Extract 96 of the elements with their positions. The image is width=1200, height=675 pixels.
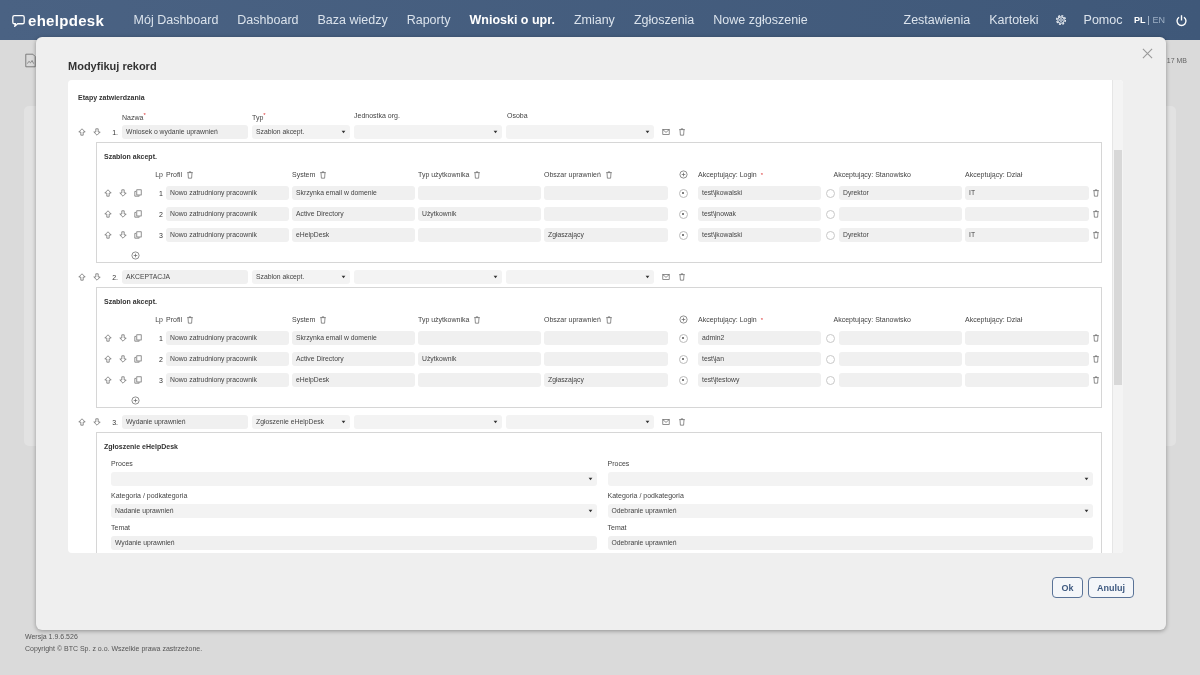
nav-link[interactable]: Raporty [397,13,460,27]
radio-button[interactable] [825,354,835,364]
envelope-icon[interactable] [662,128,670,137]
up-arrow-icon[interactable] [104,334,112,343]
trash-icon[interactable] [604,170,613,179]
down-arrow-icon[interactable] [93,273,101,282]
nav-link[interactable]: Mój Dashboard [124,13,228,27]
radio-button[interactable] [678,188,688,198]
caret-icon [1084,477,1089,482]
dialog-button[interactable]: Ok [1052,577,1083,598]
radio-button[interactable] [678,333,688,343]
trash-icon[interactable] [319,170,328,179]
nav-link[interactable]: Kartoteki [979,13,1049,27]
up-arrow-icon[interactable] [104,231,112,240]
trash-icon[interactable] [473,315,482,324]
nav-link[interactable]: Baza wiedzy [308,13,398,27]
caret-icon [341,130,346,135]
settings-icon[interactable] [1054,13,1069,27]
trash-icon[interactable] [1092,210,1100,219]
copy-icon[interactable] [134,334,142,343]
up-arrow-icon[interactable] [104,189,112,198]
up-arrow-icon[interactable] [104,210,112,219]
up-arrow-icon[interactable] [78,128,86,137]
trash-icon[interactable] [473,170,482,179]
down-arrow-icon[interactable] [119,231,127,240]
caret-icon [645,130,650,135]
trash-icon[interactable] [1092,189,1100,198]
trash-icon[interactable] [1092,231,1100,240]
caret-icon [587,509,593,514]
copy-icon[interactable] [134,231,142,240]
radio-button[interactable] [825,209,835,219]
caret-icon [341,275,346,280]
envelope-icon[interactable] [662,273,670,282]
down-arrow-icon[interactable] [119,376,127,385]
down-arrow-icon[interactable] [119,189,127,198]
envelope-icon[interactable] [662,418,670,427]
radio-button[interactable] [678,230,688,240]
scrollbar[interactable] [1112,80,1123,553]
caret-icon [1084,509,1089,514]
language-link[interactable]: PL [1133,15,1146,25]
radio-button[interactable] [825,230,835,240]
radio-button[interactable] [678,375,688,385]
down-arrow-icon[interactable] [119,334,127,343]
copy-icon[interactable] [134,376,142,385]
up-arrow-icon[interactable] [78,273,86,282]
caret-icon [645,275,650,280]
caret-icon [493,275,498,280]
trash-icon[interactable] [1092,355,1100,364]
radio-button[interactable] [678,209,688,219]
trash-icon[interactable] [185,315,194,324]
radio-button[interactable] [825,375,835,385]
copy-icon[interactable] [134,189,142,198]
trash-icon[interactable] [1092,376,1100,385]
trash-icon[interactable] [678,273,686,282]
add-circle-icon[interactable] [678,170,688,180]
radio-button[interactable] [825,188,835,198]
nav-link[interactable]: Dashboard [227,13,308,27]
caret-icon [587,477,593,482]
add-circle-icon[interactable] [131,251,140,261]
caret-icon [645,420,650,425]
trash-icon[interactable] [319,315,328,324]
trash-icon[interactable] [185,170,194,179]
caret-icon [341,420,346,425]
down-arrow-icon[interactable] [93,128,101,137]
scrollbar-thumb[interactable] [1114,150,1122,385]
add-circle-icon[interactable] [678,315,688,325]
dialog-title: Modyfikuj rekord [68,60,157,74]
nav-link[interactable]: Nowe zgłoszenie [703,13,818,27]
power-icon[interactable] [1175,13,1188,27]
caret-icon [493,420,498,425]
nav-link[interactable]: Wnioski o upr. [459,13,565,27]
trash-icon[interactable] [604,315,613,324]
speech-bubble-icon [12,13,25,27]
up-arrow-icon[interactable] [104,376,112,385]
close-icon[interactable] [1142,48,1153,59]
copy-icon[interactable] [134,355,142,364]
radio-button[interactable] [825,333,835,343]
logo-text: ehelpdesk [28,11,105,29]
down-arrow-icon[interactable] [93,418,101,427]
nav-link[interactable]: Zgłoszenia [624,13,704,27]
document-icon [25,53,36,68]
up-arrow-icon[interactable] [104,355,112,364]
trash-icon[interactable] [1092,334,1100,343]
down-arrow-icon[interactable] [119,355,127,364]
copy-icon[interactable] [134,210,142,219]
caret-icon [493,130,498,135]
down-arrow-icon[interactable] [119,210,127,219]
add-circle-icon[interactable] [131,396,140,406]
up-arrow-icon[interactable] [78,418,86,427]
nav-link[interactable]: Pomoc [1074,13,1132,27]
trash-icon[interactable] [678,128,686,137]
nav-link[interactable]: Zestawienia [894,13,980,27]
nav-link[interactable]: Zmiany [564,13,625,27]
radio-button[interactable] [678,354,688,364]
trash-icon[interactable] [678,418,686,427]
dialog-button[interactable]: Anuluj [1088,577,1134,598]
